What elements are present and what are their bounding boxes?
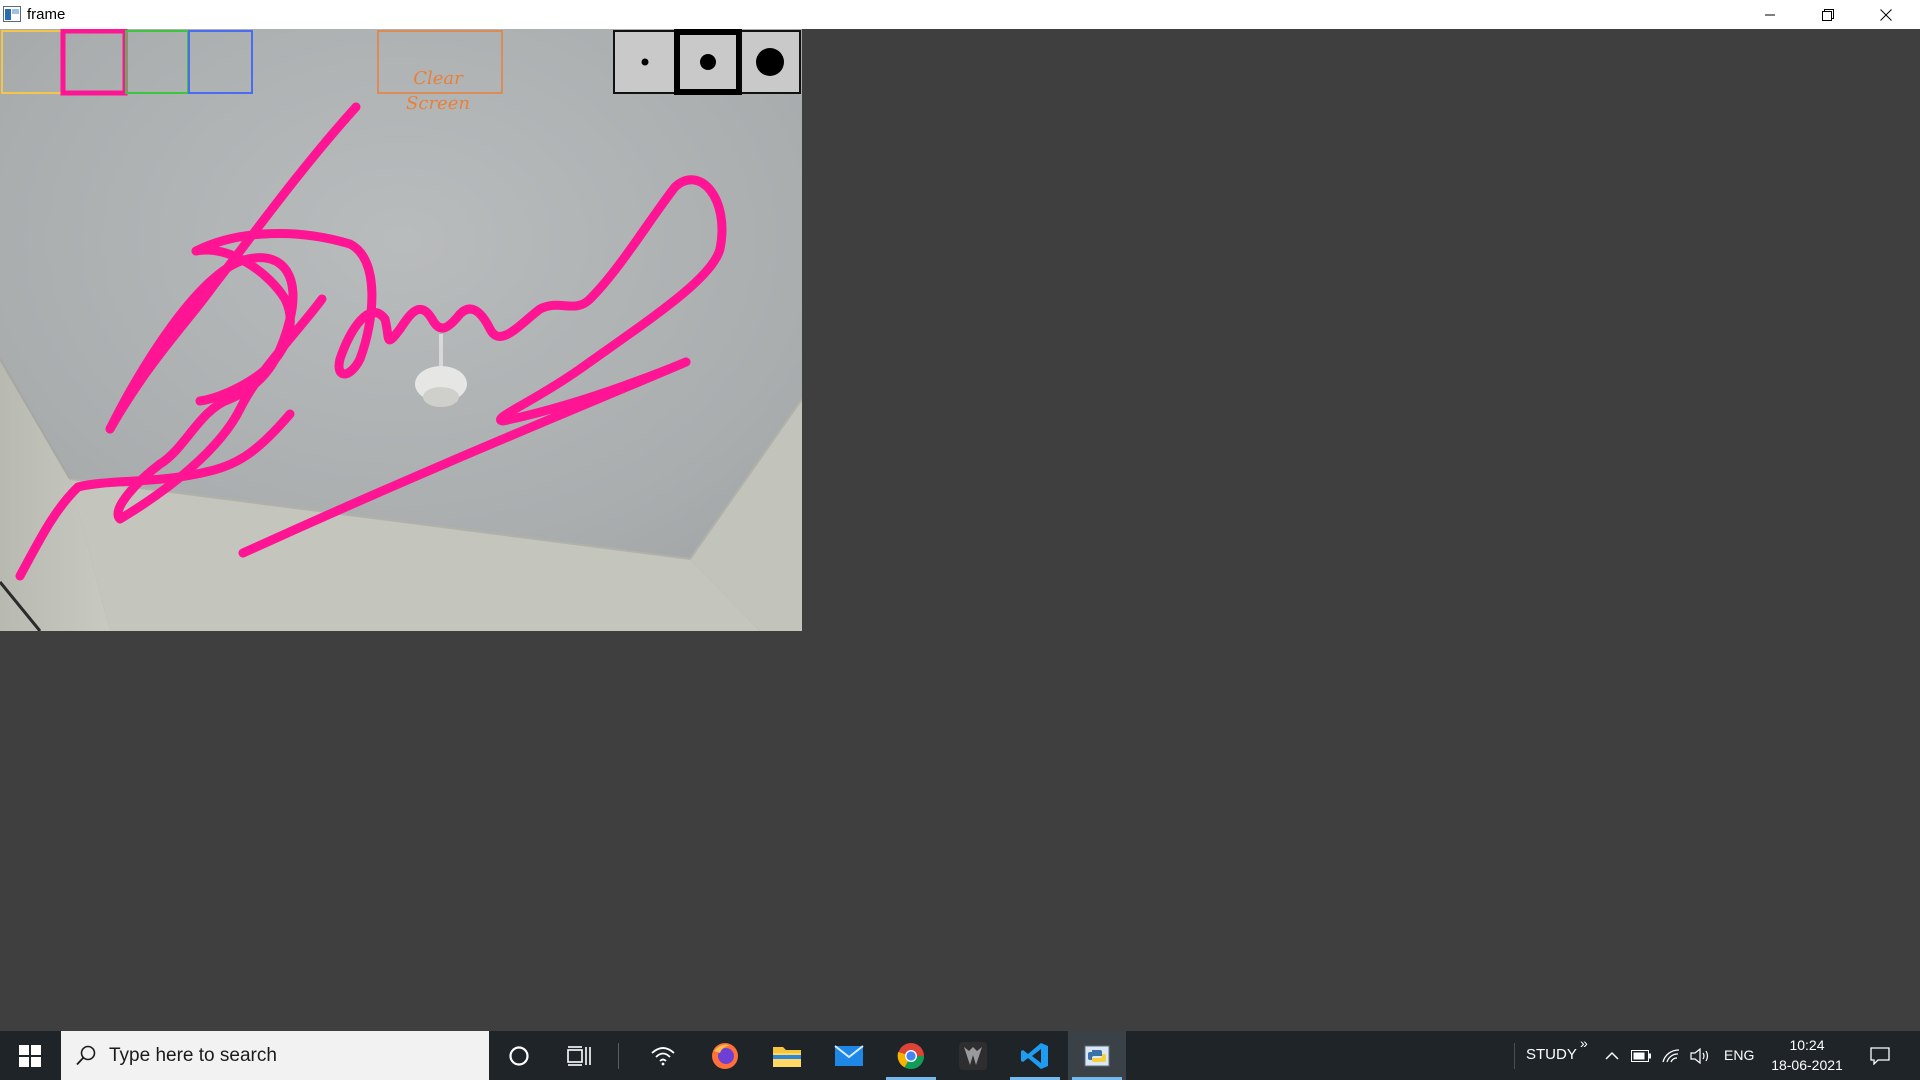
python-button[interactable] [1068, 1031, 1126, 1080]
chevron-up-icon [1605, 1051, 1619, 1060]
game-app-icon [959, 1041, 987, 1070]
task-view-button[interactable] [550, 1031, 608, 1080]
taskbar-search-box[interactable] [61, 1031, 489, 1080]
file-explorer-icon [773, 1046, 801, 1067]
game-app-button[interactable] [944, 1031, 1002, 1080]
cortana-button[interactable] [490, 1031, 548, 1080]
small-dot-icon [641, 58, 649, 66]
firefox-icon [712, 1042, 738, 1069]
network-button[interactable] [1658, 1031, 1684, 1080]
close-button[interactable] [1858, 0, 1914, 29]
language-indicator[interactable]: ENG [1724, 1047, 1754, 1063]
python-icon [1084, 1045, 1110, 1066]
medium-dot-icon [700, 54, 716, 70]
battery-button[interactable] [1628, 1031, 1654, 1080]
clock-date: 18-06-2021 [1771, 1057, 1843, 1073]
brush-size-selector[interactable] [613, 29, 801, 95]
search-icon [76, 1045, 96, 1066]
start-button[interactable] [0, 1031, 60, 1080]
restore-button[interactable] [1800, 0, 1856, 29]
speaker-icon [1690, 1047, 1709, 1064]
firefox-button[interactable] [696, 1031, 754, 1080]
toolbar-study-label[interactable]: STUDY [1526, 1046, 1577, 1063]
drawing-canvas[interactable] [0, 29, 802, 631]
close-icon [1880, 8, 1892, 21]
app-window-icon [3, 6, 21, 22]
wifi-button[interactable] [634, 1031, 692, 1080]
vscode-icon [1021, 1042, 1048, 1069]
taskbar-divider [618, 1043, 619, 1069]
vscode-button[interactable] [1006, 1031, 1064, 1080]
minimize-icon [1765, 14, 1775, 15]
restore-icon [1822, 8, 1834, 21]
mail-icon [834, 1044, 864, 1066]
search-input[interactable] [109, 1031, 479, 1080]
chrome-button[interactable] [882, 1031, 940, 1080]
clock[interactable]: 10:24 18-06-2021 [1766, 1035, 1848, 1075]
file-explorer-button[interactable] [758, 1031, 816, 1080]
battery-icon [1631, 1049, 1651, 1062]
clock-time: 10:24 [1789, 1037, 1825, 1053]
taskbar: STUDY » ENG 10:24 18-06-2021 [0, 1031, 1920, 1080]
window-title-bar[interactable]: frame [0, 0, 1920, 29]
notification-icon [1870, 1046, 1890, 1065]
action-center-button[interactable] [1860, 1031, 1900, 1080]
window-title: frame [27, 6, 66, 23]
wifi-icon [651, 1046, 675, 1065]
mail-button[interactable] [820, 1031, 878, 1080]
large-dot-icon [756, 48, 784, 76]
windows-logo-icon [19, 1044, 41, 1067]
task-view-icon [567, 1045, 591, 1066]
volume-button[interactable] [1687, 1031, 1713, 1080]
toolbar-expand-icon[interactable]: » [1580, 1035, 1588, 1051]
tray-divider [1514, 1043, 1515, 1069]
cortana-icon [509, 1045, 529, 1066]
network-wifi-icon [1662, 1048, 1680, 1062]
minimize-button[interactable] [1742, 0, 1798, 29]
clear-screen-label[interactable]: Clear Screen [378, 66, 498, 116]
show-hidden-icons-button[interactable] [1600, 1031, 1624, 1080]
chrome-icon [897, 1042, 925, 1069]
camera-frame[interactable]: Clear Screen [0, 29, 802, 631]
